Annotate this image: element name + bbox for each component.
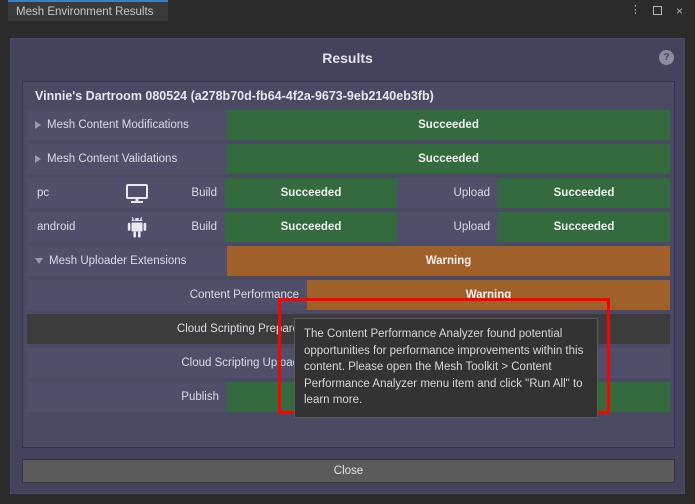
row-label: Mesh Content Validations bbox=[47, 153, 178, 165]
row-label-cell[interactable]: Mesh Content Modifications bbox=[27, 110, 227, 140]
table-row-content-performance[interactable]: Content Performance Warning bbox=[27, 280, 670, 310]
page-title: Results bbox=[322, 50, 373, 66]
status-badge[interactable]: Warning bbox=[307, 280, 670, 310]
build-status-badge: Succeeded bbox=[225, 212, 397, 242]
row-label-cell: Content Performance bbox=[27, 280, 307, 310]
row-label: Mesh Content Modifications bbox=[47, 119, 189, 131]
results-dialog: Results ? Vinnie's Dartroom 080524 (a278… bbox=[10, 38, 685, 494]
android-icon bbox=[111, 216, 163, 238]
row-label: Publish bbox=[181, 391, 219, 403]
monitor-icon bbox=[111, 183, 163, 203]
close-button[interactable]: Close bbox=[22, 459, 675, 483]
table-row-platform-android[interactable]: android Build Succeeded Upload Succeeded bbox=[27, 212, 670, 242]
row-label-cell[interactable]: Mesh Uploader Extensions bbox=[27, 246, 227, 276]
table-row[interactable]: Mesh Content Modifications Succeeded bbox=[27, 110, 670, 140]
close-icon[interactable]: × bbox=[673, 5, 686, 17]
row-label: Cloud Scripting Prepare bbox=[176, 323, 299, 335]
upload-status-badge: Succeeded bbox=[498, 178, 670, 208]
upload-status-badge: Succeeded bbox=[498, 212, 670, 242]
row-label-cell[interactable]: Mesh Content Validations bbox=[27, 144, 227, 174]
table-row-platform-pc[interactable]: pc Build Succeeded Upload Succeeded bbox=[27, 178, 670, 208]
status-badge: Succeeded bbox=[227, 110, 670, 140]
dialog-footer: Close bbox=[22, 459, 675, 483]
row-label: Mesh Uploader Extensions bbox=[49, 255, 187, 267]
platform-name: android bbox=[37, 221, 76, 233]
chevron-right-icon[interactable] bbox=[35, 155, 41, 163]
chevron-right-icon[interactable] bbox=[35, 121, 41, 129]
upload-label: Upload bbox=[453, 221, 490, 233]
project-title: Vinnie's Dartroom 080524 (a278b70d-fb64-… bbox=[35, 89, 434, 103]
window-titlebar: Mesh Environment Results ⋮ × bbox=[0, 0, 695, 22]
row-label: Cloud Scripting Upload bbox=[181, 357, 299, 369]
row-label-cell: Publish bbox=[27, 382, 227, 412]
table-row[interactable]: Mesh Content Validations Succeeded bbox=[27, 144, 670, 174]
help-icon[interactable]: ? bbox=[659, 50, 674, 65]
build-status-badge: Succeeded bbox=[225, 178, 397, 208]
tooltip-content: The Content Performance Analyzer found p… bbox=[294, 318, 598, 418]
table-row-uploader-extensions[interactable]: Mesh Uploader Extensions Warning bbox=[27, 246, 670, 276]
platform-name: pc bbox=[37, 187, 50, 199]
row-label-cell: Cloud Scripting Prepare bbox=[27, 314, 307, 344]
window-controls: ⋮ × bbox=[629, 0, 691, 21]
build-label: Build bbox=[191, 221, 217, 233]
tab-mesh-environment-results[interactable]: Mesh Environment Results bbox=[8, 0, 168, 21]
dialog-header: Results ? bbox=[11, 39, 684, 77]
row-label-cell: Cloud Scripting Upload bbox=[27, 348, 307, 378]
chevron-down-icon[interactable] bbox=[35, 258, 43, 264]
status-badge: Warning bbox=[227, 246, 670, 276]
row-label: Content Performance bbox=[189, 289, 299, 301]
kebab-menu-icon[interactable]: ⋮ bbox=[629, 5, 642, 16]
build-label: Build bbox=[191, 187, 217, 199]
maximize-icon[interactable] bbox=[651, 5, 664, 17]
tab-label: Mesh Environment Results bbox=[16, 5, 154, 18]
status-badge: Succeeded bbox=[227, 144, 670, 174]
upload-label: Upload bbox=[453, 187, 490, 199]
